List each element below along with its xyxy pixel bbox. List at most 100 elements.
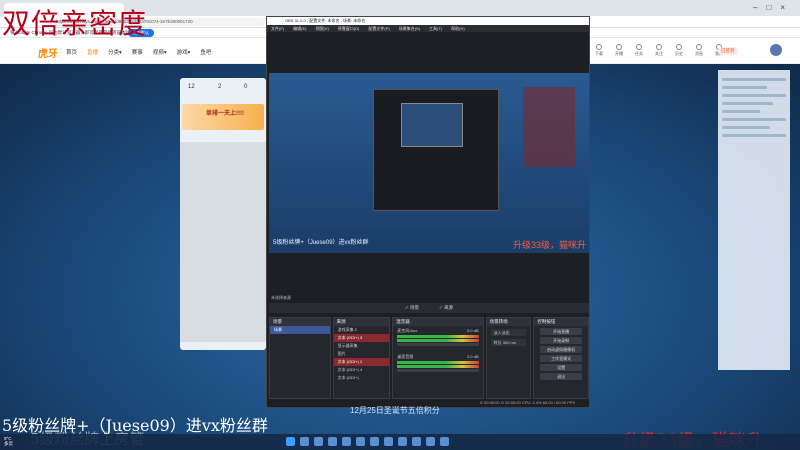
broadcast-icon: [616, 44, 622, 50]
volume-slider[interactable]: [397, 343, 479, 346]
start-icon[interactable]: [286, 437, 295, 446]
scenes-dock: 场景 场景: [269, 317, 331, 399]
volume-slider[interactable]: [397, 369, 479, 372]
tab-scenes[interactable]: ✓ 场景: [405, 305, 419, 313]
source-selection-label: 未选择来源: [271, 295, 291, 300]
download-button[interactable]: 下载: [592, 44, 606, 57]
menu-item[interactable]: 配置文件(P): [368, 26, 389, 31]
dock-title: 混音器: [393, 318, 483, 326]
wechat-icon[interactable]: [384, 437, 393, 446]
broadcast-button[interactable]: 开播: [612, 44, 626, 57]
chat-line: [722, 86, 767, 89]
nav-item[interactable]: 首页: [66, 48, 77, 56]
track-name: 桌面音频: [397, 354, 414, 359]
icon-label: 开播: [615, 51, 623, 56]
icon-label: 消息: [695, 51, 703, 56]
menu-item[interactable]: 场景集合(S): [399, 26, 420, 31]
studio-mode-button[interactable]: 工作室模式: [540, 355, 582, 362]
follow-button[interactable]: 关注: [652, 44, 666, 57]
volume-meter: [397, 361, 479, 364]
header-icon-group: 下载 开播 任务 关注 历史 消息 我的: [592, 44, 726, 57]
mixer-track-label: 桌面音频 0.0 dB: [397, 354, 478, 360]
virtual-camera-button[interactable]: 启动虚拟摄像机: [540, 346, 582, 353]
volume-meter: [397, 365, 479, 368]
transition-select[interactable]: 淡入淡出: [490, 329, 527, 336]
menu-item[interactable]: 视图(V): [315, 26, 328, 31]
nav-item[interactable]: 游戏▾: [177, 48, 191, 56]
search-icon[interactable]: [300, 437, 309, 446]
nav-item[interactable]: 赛事: [132, 48, 143, 56]
track-level: 0.0 dB: [467, 354, 479, 359]
window-controls[interactable]: –□×: [753, 3, 794, 12]
preview-caption: 5级粉丝牌+（Juese09）进vx粉丝群: [273, 240, 369, 246]
source-item[interactable]: 显示器采集: [334, 342, 390, 350]
promo-banner[interactable]: 单排一天上!!!!: [182, 104, 264, 130]
status-badge[interactable]: 已签到: [718, 47, 738, 55]
chat-line: [722, 134, 786, 137]
app-icon[interactable]: [440, 437, 449, 446]
weather-text: 多云: [4, 441, 13, 446]
menu-item[interactable]: 工具(T): [429, 26, 442, 31]
avatar[interactable]: [770, 44, 782, 56]
menu-item[interactable]: 编辑(E): [293, 26, 306, 31]
source-item[interactable]: 文本 (GDI+) 3: [333, 334, 390, 342]
obs-icon[interactable]: [370, 437, 379, 446]
volume-meter: [397, 335, 479, 338]
duration-label: 时长: [493, 340, 502, 345]
message-button[interactable]: 消息: [692, 44, 706, 57]
source-item[interactable]: 游戏采集 2: [334, 326, 390, 334]
stream-overlay-title: 双倍亲密度: [2, 7, 148, 40]
task-button[interactable]: 任务: [632, 44, 646, 57]
chrome-icon[interactable]: [356, 437, 365, 446]
nav-item[interactable]: 鱼吧: [200, 48, 211, 56]
obs-title: OBS 31.0.0 - 配置文件: 未命名 - 场景: 未命名: [267, 17, 589, 25]
chat-line: [722, 126, 770, 129]
source-item[interactable]: 文本 (GDI+) 2: [333, 358, 390, 366]
taskbar-apps: [286, 437, 449, 446]
dock-title: 场景转场: [486, 318, 531, 326]
chat-line: [722, 110, 761, 113]
explorer-icon[interactable]: [342, 437, 351, 446]
audio-mixer-dock: 混音器 麦克风/Aux 0.0 dB 桌面音频 0.0 dB: [392, 317, 484, 399]
scene-item[interactable]: 场景: [270, 326, 330, 334]
edge-icon[interactable]: [328, 437, 337, 446]
source-item[interactable]: 图片: [334, 350, 390, 358]
source-item[interactable]: 文本 (GDI+): [334, 374, 390, 382]
nav-item[interactable]: 直播: [87, 48, 98, 56]
icon-label: 关注: [655, 51, 663, 56]
clock-icon: [676, 44, 682, 50]
store-icon[interactable]: [398, 437, 407, 446]
obs-window: OBS 31.0.0 - 配置文件: 未命名 - 场景: 未命名 文件(F) 编…: [266, 16, 590, 408]
tab-sources[interactable]: ✓ 来源: [439, 305, 453, 313]
nav-item[interactable]: 分类▾: [108, 48, 122, 56]
start-recording-button[interactable]: 开始录制: [540, 337, 582, 344]
mixer-track-label: 麦克风/Aux 0.0 dB: [397, 328, 478, 334]
dock-title: 场景: [270, 318, 330, 326]
stat-value: 0: [244, 84, 248, 90]
chat-messages: [722, 78, 786, 142]
chat-panel: [718, 70, 790, 370]
app-icon[interactable]: [426, 437, 435, 446]
sources-dock: 来源 游戏采集 2 文本 (GDI+) 3 显示器采集 图片 文本 (GDI+)…: [332, 317, 391, 399]
history-button[interactable]: 历史: [672, 44, 686, 57]
chat-line: [722, 118, 786, 121]
exit-button[interactable]: 退出: [540, 373, 582, 380]
start-streaming-button[interactable]: 开始直播: [540, 328, 582, 335]
weather-widget[interactable]: 9°C 多云: [4, 436, 13, 446]
menu-item[interactable]: 文件(F): [271, 26, 284, 31]
menu-item[interactable]: 停靠窗口(D): [338, 26, 360, 31]
track-name: 麦克风/Aux: [397, 328, 418, 333]
transition-duration-field[interactable]: 时长 300 ms: [490, 339, 527, 346]
obs-preview[interactable]: 5级粉丝牌+（Juese09）进vx粉丝群: [269, 73, 589, 253]
task-view-icon[interactable]: [314, 437, 323, 446]
heart-icon: [656, 44, 662, 50]
nav-item[interactable]: 视频▾: [153, 48, 167, 56]
menu-item[interactable]: 帮助(H): [451, 26, 465, 31]
duration-value: 300 ms: [502, 340, 516, 345]
site-logo[interactable]: 虎牙: [38, 45, 58, 60]
task-icon: [636, 44, 642, 50]
settings-button[interactable]: 设置: [540, 364, 582, 371]
app-icon[interactable]: [412, 437, 421, 446]
source-item[interactable]: 文本 (GDI+) 4: [334, 366, 390, 374]
stat-value: 12: [188, 84, 195, 90]
